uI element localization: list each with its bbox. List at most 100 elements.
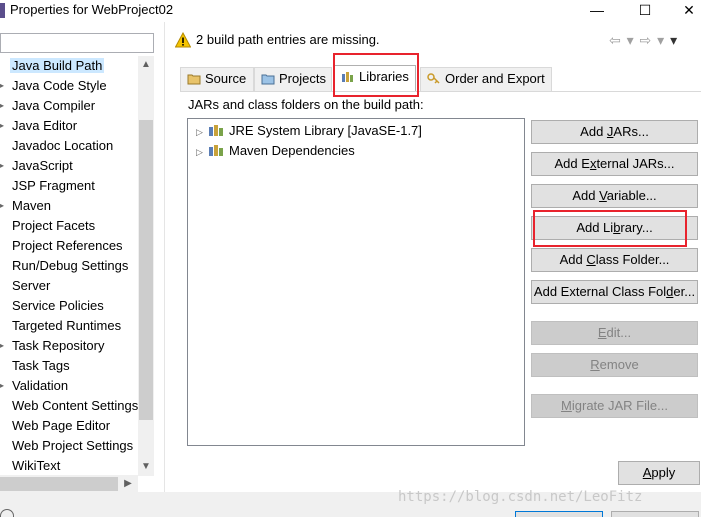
highlight-libraries-tab <box>333 53 419 97</box>
projects-icon <box>261 74 275 85</box>
btn-mnemonic: V <box>599 188 607 203</box>
tree-item[interactable]: WikiText <box>0 456 138 476</box>
tree-item-label: Java Build Path <box>10 58 105 73</box>
btn-text: lass Folder... <box>595 252 670 267</box>
tree-item-label: Javadoc Location <box>12 138 114 153</box>
highlight-add-library <box>533 210 687 247</box>
property-page-tree[interactable]: Java Build Path ▸ Java Code Style ▸ Java Com… <box>0 56 138 476</box>
tree-item-label: Project References <box>12 238 123 253</box>
btn-mnemonic: E <box>597 325 607 340</box>
btn-text: er... <box>673 284 696 299</box>
tab-source-label: Source <box>205 71 247 86</box>
migrate-jar-file-button[interactable]: Migrate JAR File... <box>531 394 698 418</box>
add-external-class-folder-button[interactable]: Add External Class Folder... <box>531 280 698 304</box>
btn-text: pply <box>651 465 676 480</box>
tree-item-label: JSP Fragment <box>12 178 95 193</box>
expand-chevron-icon[interactable]: ▸ <box>0 376 6 396</box>
tree-item[interactable]: ▸ Validation <box>0 376 138 396</box>
cancel-button[interactable] <box>611 511 699 517</box>
tree-item[interactable]: ▸ Task Repository <box>0 336 138 356</box>
tab-source[interactable]: Source <box>180 67 254 91</box>
tree-item[interactable]: ▸ Maven <box>0 196 138 216</box>
btn-text: ARs... <box>613 124 649 139</box>
tree-item[interactable]: Project References <box>0 236 138 256</box>
maximize-button[interactable]: ☐ <box>625 0 665 22</box>
btn-mnemonic: M <box>561 398 572 413</box>
tree-item[interactable]: Java Build Path <box>0 56 138 76</box>
tree-item[interactable]: Javadoc Location <box>0 136 138 156</box>
expand-chevron-icon[interactable]: ▸ <box>0 76 6 96</box>
expand-chevron-icon[interactable]: ▸ <box>0 196 6 216</box>
tab-projects-label: Projects <box>279 71 326 86</box>
add-class-folder-button[interactable]: Add Class Folder... <box>531 248 698 272</box>
tree-item[interactable]: Task Tags <box>0 356 138 376</box>
title-bar: Properties for WebProject02 — ☐ ✕ <box>0 0 701 22</box>
apply-and-close-button[interactable] <box>515 511 603 517</box>
tree-item[interactable]: Project Facets <box>0 216 138 236</box>
forward-icon[interactable]: ⇨ <box>640 32 653 48</box>
scroll-down-icon[interactable]: ▼ <box>138 458 154 476</box>
expand-chevron-icon[interactable]: ▸ <box>0 96 6 116</box>
scroll-up-icon[interactable]: ▲ <box>138 56 154 74</box>
tree-item-label: Maven <box>12 198 52 213</box>
h-scroll-thumb[interactable] <box>0 477 118 491</box>
tree-item[interactable]: ▸ Java Compiler <box>0 96 138 116</box>
add-jars-button[interactable]: Add JARs... <box>531 120 698 144</box>
filter-input[interactable] <box>0 33 154 53</box>
scroll-right-icon[interactable]: ▶ <box>120 475 136 493</box>
vertical-scrollbar[interactable]: ▲ ▼ <box>138 56 154 476</box>
menu-icon[interactable]: ▾ <box>670 32 678 48</box>
tree-item-label: Targeted Runtimes <box>12 318 122 333</box>
help-icon[interactable] <box>0 509 14 517</box>
library-entry-maven[interactable]: ▷ Maven Dependencies <box>196 141 355 161</box>
watermark: https://blog.csdn.net/LeoFitz <box>398 489 643 505</box>
tree-item-label: Run/Debug Settings <box>12 258 129 273</box>
library-tree[interactable]: ▷ JRE System Library [JavaSE-1.7] ▷ Maven … <box>187 118 525 446</box>
tree-item-label: Java Compiler <box>12 98 96 113</box>
tree-item[interactable]: ▸ Java Code Style <box>0 76 138 96</box>
tree-item[interactable]: Run/Debug Settings <box>0 256 138 276</box>
expand-chevron-icon[interactable]: ▸ <box>0 116 6 136</box>
tree-item[interactable]: Service Policies <box>0 296 138 316</box>
expand-chevron-icon[interactable]: ▸ <box>0 156 6 176</box>
add-external-jars-button[interactable]: Add External JARs... <box>531 152 698 176</box>
tree-item[interactable]: Web Project Settings <box>0 436 138 456</box>
tree-item[interactable]: Web Content Settings <box>0 396 138 416</box>
tree-item[interactable]: Server <box>0 276 138 296</box>
tree-item[interactable]: Targeted Runtimes <box>0 316 138 336</box>
tree-item-label: Java Code Style <box>12 78 107 93</box>
tree-item[interactable]: Web Page Editor <box>0 416 138 436</box>
tree-item[interactable]: ▸ JavaScript <box>0 156 138 176</box>
btn-text: ternal JARs... <box>596 156 675 171</box>
minimize-button[interactable]: — <box>577 0 617 22</box>
tree-item-label: Validation <box>12 378 69 393</box>
warning-icon <box>175 32 191 48</box>
expand-chevron-icon[interactable]: ▷ <box>196 122 208 142</box>
tree-item[interactable]: ▸ Java Editor <box>0 116 138 136</box>
apply-button[interactable]: Apply <box>618 461 700 485</box>
tree-item-label: WikiText <box>12 458 61 473</box>
btn-text: Add External Class Fol <box>533 284 667 299</box>
message-bar: 2 build path entries are missing. ⇦ ▾ ⇨ … <box>172 29 701 53</box>
tree-item[interactable]: JSP Fragment <box>0 176 138 196</box>
tab-projects[interactable]: Projects <box>254 67 332 91</box>
expand-chevron-icon[interactable]: ▸ <box>0 336 6 356</box>
tree-item-label: Task Tags <box>12 358 70 373</box>
history-nav[interactable]: ⇦ ▾ ⇨ ▾ ▾ <box>609 32 678 49</box>
tree-item-label: Task Repository <box>12 338 105 353</box>
scroll-thumb[interactable] <box>139 120 153 420</box>
add-variable-button[interactable]: Add Variable... <box>531 184 698 208</box>
tab-order-export-label: Order and Export <box>445 71 545 86</box>
edit-button[interactable]: Edit... <box>531 321 698 345</box>
remove-button[interactable]: Remove <box>531 353 698 377</box>
horizontal-scrollbar[interactable]: ▶ <box>0 475 138 493</box>
tree-item-label: JavaScript <box>12 158 73 173</box>
library-entry-jre[interactable]: ▷ JRE System Library [JavaSE-1.7] <box>196 121 422 141</box>
tree-item-label: Web Page Editor <box>12 418 111 433</box>
tab-order-and-export[interactable]: Order and Export <box>420 67 552 91</box>
back-icon[interactable]: ⇦ <box>609 32 622 48</box>
library-entry-label: Maven Dependencies <box>229 143 355 158</box>
btn-text: Add <box>559 252 587 267</box>
expand-chevron-icon[interactable]: ▷ <box>196 142 208 162</box>
close-button[interactable]: ✕ <box>669 0 701 22</box>
